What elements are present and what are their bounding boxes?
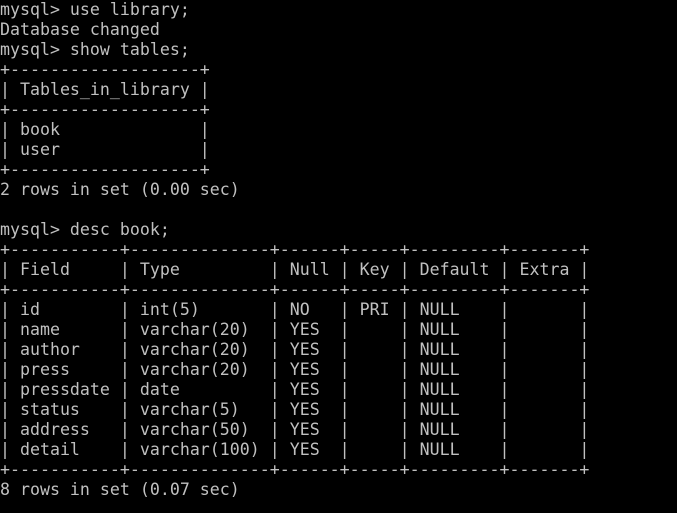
command-line-show-tables: mysql> show tables; [0, 40, 190, 59]
table-row: | pressdate | date | YES | | NULL | | [0, 380, 590, 399]
table-border-bottom: +-----------+--------------+------+-----… [0, 460, 590, 479]
table-row: | press | varchar(20) | YES | | NULL | | [0, 360, 590, 379]
table-row: | name | varchar(20) | YES | | NULL | | [0, 320, 590, 339]
output-database-changed: Database changed [0, 20, 160, 39]
command-line-desc-book: mysql> desc book; [0, 220, 170, 239]
table-row: | author | varchar(20) | YES | | NULL | … [0, 340, 590, 359]
table-row: | status | varchar(5) | YES | | NULL | | [0, 400, 590, 419]
table-border-mid: +-------------------+ [0, 100, 210, 119]
table-row: | detail | varchar(100) | YES | | NULL |… [0, 440, 590, 459]
result-summary: 8 rows in set (0.07 sec) [0, 480, 240, 499]
table-border-mid: +-----------+--------------+------+-----… [0, 280, 590, 299]
table-border-top: +-------------------+ [0, 60, 210, 79]
table-border-bottom: +-------------------+ [0, 160, 210, 179]
table-border-top: +-----------+--------------+------+-----… [0, 240, 590, 259]
terminal-window[interactable]: mysql> use library; Database changed mys… [0, 0, 677, 513]
table-header-row: | Field | Type | Null | Key | Default | … [0, 260, 590, 279]
table-row: | user | [0, 140, 210, 159]
command-line-use-library: mysql> use library; [0, 0, 190, 19]
table-row: | address | varchar(50) | YES | | NULL |… [0, 420, 590, 439]
table-row: | book | [0, 120, 210, 139]
table-row: | id | int(5) | NO | PRI | NULL | | [0, 300, 590, 319]
table-header-row: | Tables_in_library | [0, 80, 210, 99]
result-summary: 2 rows in set (0.00 sec) [0, 180, 240, 199]
